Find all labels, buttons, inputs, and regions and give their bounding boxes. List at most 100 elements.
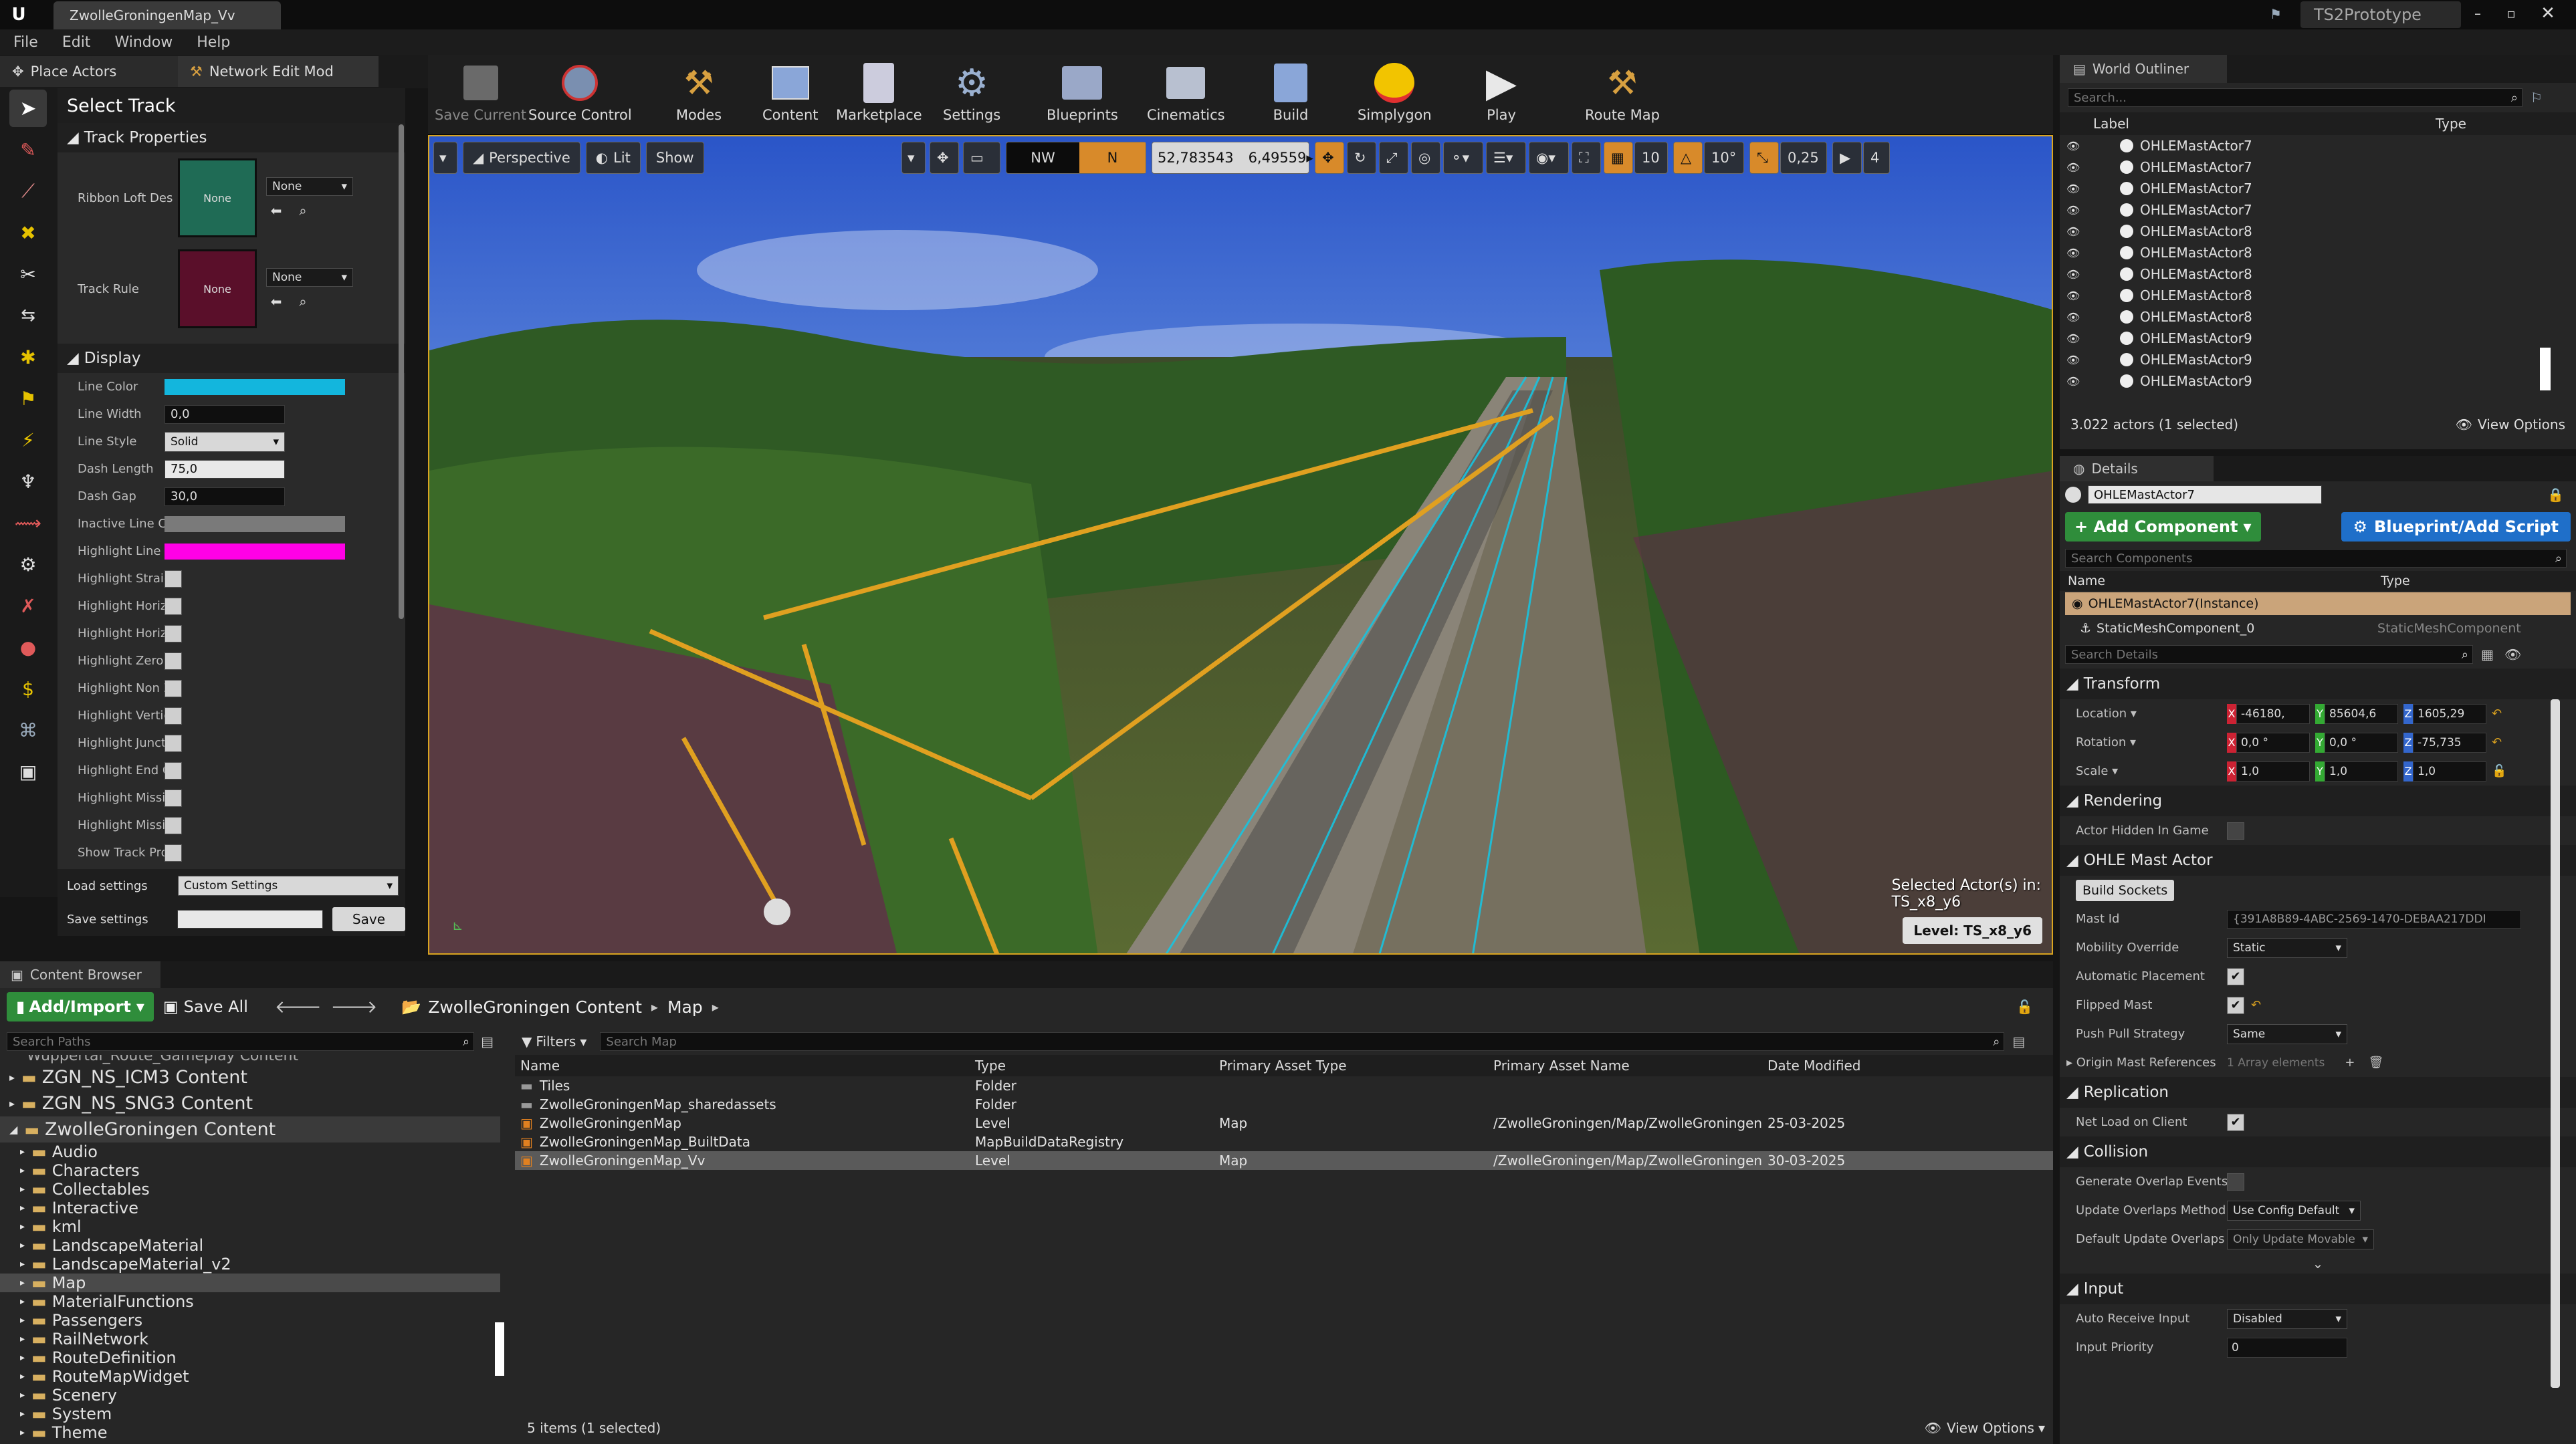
asset-col-header[interactable]: Primary Asset Type (1214, 1058, 1488, 1074)
tree-folder-item[interactable]: ▸ ▬ RouteDefinition (0, 1348, 500, 1367)
outliner-col-label[interactable]: Label (2081, 116, 2436, 132)
surface-snap-icon[interactable]: ⚬▾ (1443, 142, 1483, 174)
location-x-input[interactable]: -46180, (2236, 703, 2310, 724)
ribbon-thumbnail[interactable]: None (178, 158, 257, 237)
tree-folder-item[interactable]: ▸ ▬ Theme (0, 1423, 500, 1442)
search-components-input[interactable]: Search Components ⌕ (2065, 549, 2567, 568)
location-label[interactable]: Location ▾ (2060, 707, 2227, 721)
wire-tool-icon[interactable]: ⟿ (9, 504, 47, 542)
breadcrumb-map[interactable]: Map (667, 997, 703, 1017)
eye-icon[interactable]: 👁 (2066, 247, 2085, 259)
scale-z-input[interactable]: 1,0 (2413, 761, 2486, 781)
add-import-button[interactable]: ▮ Add/Import ▾ (7, 992, 154, 1021)
tree-folder-item[interactable]: ▸ ▬ Characters (0, 1161, 500, 1180)
asset-row[interactable]: ▣ ZwolleGroningenMap_BuiltData MapBuildDat… (515, 1132, 2053, 1151)
eye-icon[interactable]: 👁 (2066, 161, 2085, 174)
translate-icon[interactable]: ✥ (1315, 142, 1344, 174)
tree-folder-item[interactable]: ▸ ▬ LandscapeMaterial_v2 (0, 1255, 500, 1274)
eye-icon[interactable]: 👁 (2504, 646, 2521, 663)
outliner-row[interactable]: 👁 OHLEMastActor8 (2060, 306, 2576, 328)
transform-header[interactable]: ◢ Transform (2060, 669, 2576, 699)
highlight-checkbox[interactable] (165, 816, 182, 834)
realtime-button[interactable]: ▾ (901, 142, 926, 174)
tree-folder-item[interactable]: ▸ ▬ Interactive (0, 1199, 500, 1217)
save-settings-input[interactable] (177, 910, 323, 929)
eye-icon[interactable]: 👁 (2066, 140, 2085, 152)
dash-length-input[interactable]: 75,0 (165, 459, 285, 479)
line-width-input[interactable]: 0,0 (165, 404, 285, 424)
pole-tool-icon[interactable]: ♆ (9, 463, 47, 500)
eye-icon[interactable]: 👁 (2066, 375, 2085, 388)
add-component-button[interactable]: + Add Component ▾ (2065, 512, 2261, 542)
scale-snap-value[interactable]: 0,25 (1780, 142, 1827, 174)
scale-snap-icon[interactable]: ⤡ (1749, 142, 1779, 174)
cut-tool-icon[interactable]: ✂ (9, 255, 47, 293)
browse-icon[interactable]: ⌕ (293, 203, 313, 219)
lock-icon[interactable]: 🔓 (2016, 999, 2033, 1015)
show-button[interactable]: Show (645, 142, 704, 174)
highlight-checkbox[interactable] (165, 624, 182, 642)
rendering-header[interactable]: ◢ Rendering (2060, 786, 2576, 816)
rotation-y-input[interactable]: 0,0 ° (2325, 732, 2398, 753)
location-y-input[interactable]: 85604,6 (2325, 703, 2398, 724)
content-button[interactable]: Content (762, 59, 819, 123)
delete-tool-icon[interactable]: ✗ (9, 587, 47, 624)
tree-item-clipped[interactable]: Wuppertal_Route_Gameplay Content (0, 1055, 500, 1064)
camera-speed-value[interactable]: 4 (1863, 142, 1890, 174)
source-control-button[interactable]: Source Control (528, 59, 632, 123)
display-header[interactable]: ◢ Display (58, 344, 405, 373)
search-paths-input[interactable]: Search Paths ⌕ (7, 1032, 475, 1051)
tree-root-item[interactable]: ▸ ▬ ZGN_NS_ICM3 Content (0, 1064, 500, 1090)
highlight-checkbox[interactable] (165, 789, 182, 807)
filters-button[interactable]: ▼ Filters ▾ (515, 1031, 593, 1052)
forward-icon[interactable]: 🡒 (331, 997, 378, 1017)
line-style-dropdown[interactable]: Solid ▾ (165, 431, 285, 452)
eye-icon[interactable]: 👁 (2066, 268, 2085, 281)
mast-id-input[interactable]: {391A8B89-4ABC-2569-1470-DEBAA217DDI (2227, 909, 2521, 929)
search-map-input[interactable]: Search Map ⌕ (600, 1032, 2005, 1051)
tree-root-item[interactable]: ▸ ▬ ZGN_NS_SNG3 Content (0, 1090, 500, 1116)
lit-button[interactable]: ◐ Lit (585, 142, 641, 174)
eye-icon[interactable]: 👁 (2066, 204, 2085, 217)
collision-header[interactable]: ◢ Collision (2060, 1136, 2576, 1167)
inactive-color-swatch[interactable] (165, 515, 345, 532)
select-tool-icon[interactable]: ➤ (9, 90, 47, 127)
advanced-toggle[interactable]: ⌄ (2060, 1253, 2576, 1274)
perspective-button[interactable]: ◢ Perspective (463, 142, 580, 174)
outliner-scrollbar[interactable] (2540, 348, 2551, 390)
world-icon[interactable]: ◎ (1411, 142, 1440, 174)
rotate-icon[interactable]: ↻ (1347, 142, 1376, 174)
menu-edit[interactable]: Edit (62, 34, 91, 51)
track-tool-icon[interactable]: ✎ (9, 131, 47, 168)
camera-speed-icon[interactable]: ▶ (1832, 142, 1862, 174)
outliner-row[interactable]: 👁 OHLEMastActor8 (2060, 263, 2576, 285)
auto-receive-dropdown[interactable]: Disabled ▾ (2227, 1308, 2347, 1329)
highlight-checkbox[interactable] (165, 844, 182, 862)
outliner-row[interactable]: 👁 OHLEMastActor9 (2060, 349, 2576, 370)
reset-icon[interactable]: ↶ (2251, 998, 2261, 1012)
route-tool-icon[interactable]: $ (9, 670, 47, 707)
asset-col-header[interactable]: Date Modified (1762, 1058, 1963, 1074)
track-properties-header[interactable]: ◢ Track Properties (58, 123, 405, 152)
sources-toggle-icon[interactable]: ▤ (481, 1034, 494, 1050)
origin-mast-label[interactable]: ▸ Origin Mast References (2060, 1056, 2227, 1070)
tree-folder-item[interactable]: ▸ ▬ Map (0, 1274, 500, 1292)
trash-icon[interactable]: 🗑 (2368, 1056, 2383, 1070)
tab-place-actors[interactable]: ✥ Place Actors (0, 56, 178, 87)
actor-name-input[interactable]: OHLEMastActor7 (2088, 485, 2322, 504)
scale-icon[interactable]: ⤢ (1379, 142, 1408, 174)
align-tool-icon[interactable]: ⇆ (9, 297, 47, 334)
outliner-col-type[interactable]: Type (2436, 116, 2466, 132)
menu-window[interactable]: Window (114, 34, 173, 51)
tree-folder-item[interactable]: ▸ ▬ RouteMapWidget (0, 1367, 500, 1386)
tree-folder-item[interactable]: ▸ ▬ Collectables (0, 1180, 500, 1199)
track-rule-dropdown[interactable]: None ▾ (266, 268, 353, 287)
gen-overlap-checkbox[interactable] (2227, 1173, 2244, 1191)
speed-tool-icon[interactable]: ⚡ (9, 421, 47, 459)
flipped-checkbox[interactable]: ✔ (2227, 996, 2244, 1014)
marker-tool-icon[interactable]: ⚑ (9, 380, 47, 417)
highlight-checkbox[interactable] (165, 734, 182, 752)
scale-y-input[interactable]: 1,0 (2325, 761, 2398, 781)
view-mode-icon[interactable]: ◉▾ (1529, 142, 1569, 174)
rotation-label[interactable]: Rotation ▾ (2060, 735, 2227, 749)
